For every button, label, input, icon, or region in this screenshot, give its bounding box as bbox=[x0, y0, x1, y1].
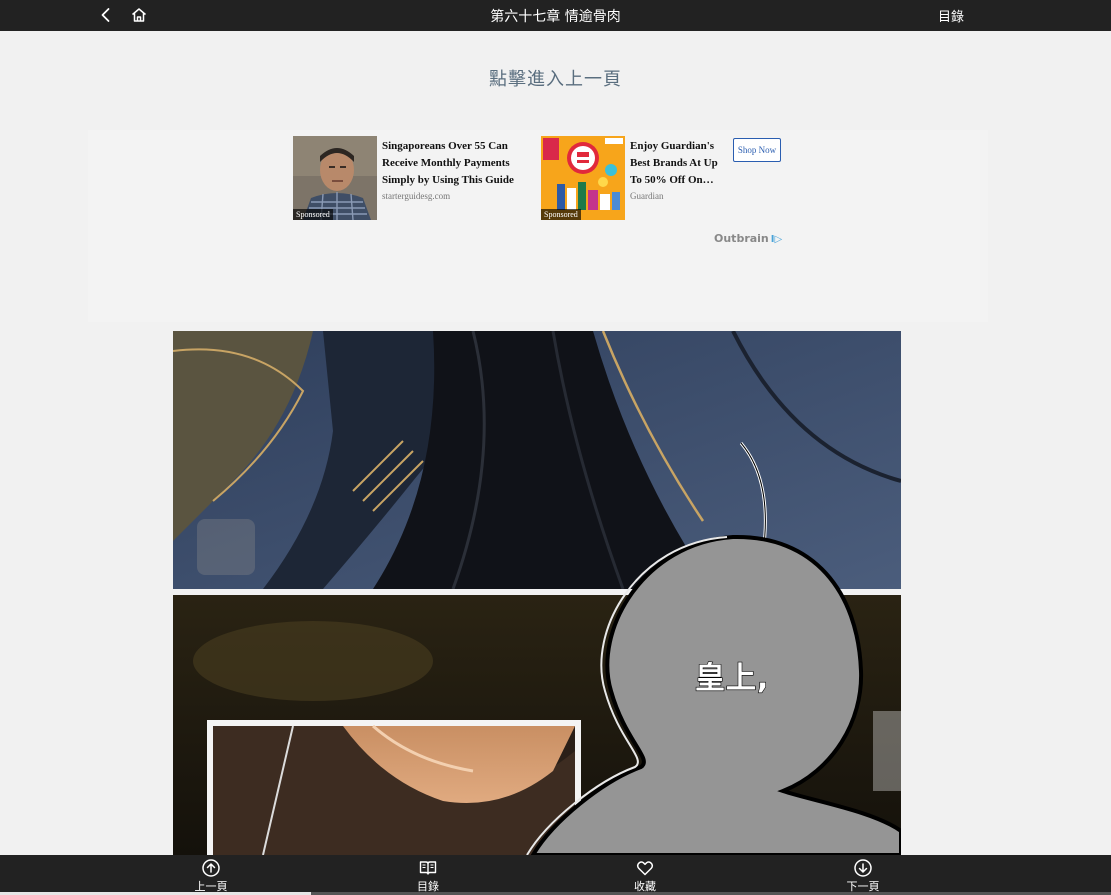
ad-card-pension-guide[interactable]: Sponsored Singaporeans Over 55 Can Recei… bbox=[293, 136, 533, 220]
ad-source[interactable]: starterguidesg.com bbox=[382, 191, 532, 201]
bottom-nav-bar: 上一頁 目錄 收藏 下一頁 bbox=[0, 855, 1111, 895]
ad-headline[interactable]: Enjoy Guardian's Best Brands At Up To 50… bbox=[630, 138, 730, 189]
book-icon bbox=[419, 861, 437, 875]
speech-bubble-text: 皇上, bbox=[694, 660, 770, 696]
top-bar: 第六十七章 情逾骨肉 目錄 bbox=[0, 0, 1111, 31]
arrow-up-circle-icon bbox=[202, 859, 220, 877]
favorite-button[interactable]: 收藏 bbox=[615, 858, 675, 894]
arrow-down-circle-icon bbox=[854, 859, 872, 877]
sponsored-badge: Sponsored bbox=[293, 209, 333, 220]
next-page-button[interactable]: 下一頁 bbox=[833, 858, 893, 894]
sponsored-ad-panel: Sponsored Singaporeans Over 55 Can Recei… bbox=[88, 130, 988, 322]
adchoices-icon: I▷ bbox=[770, 234, 783, 245]
toc-link[interactable]: 目錄 bbox=[938, 6, 964, 25]
comic-page-image: 皇上, bbox=[173, 331, 901, 855]
prev-page-button[interactable]: 上一頁 bbox=[181, 858, 241, 894]
ad-headline[interactable]: Singaporeans Over 55 Can Receive Monthly… bbox=[382, 138, 532, 189]
previous-page-link[interactable]: 點擊進入上一頁 bbox=[0, 65, 1111, 91]
sponsored-badge: Sponsored bbox=[541, 209, 581, 220]
outbrain-logo[interactable]: Outbrain I▷ bbox=[714, 232, 782, 245]
ad-text-block: Singaporeans Over 55 Can Receive Monthly… bbox=[382, 138, 532, 201]
ad-source[interactable]: Guardian bbox=[630, 191, 730, 201]
heart-icon bbox=[636, 861, 654, 876]
ad-text-block: Enjoy Guardian's Best Brands At Up To 50… bbox=[630, 138, 730, 201]
ad-network-name: Outbrain bbox=[714, 232, 769, 245]
shop-now-button[interactable]: Shop Now bbox=[733, 138, 781, 162]
ad-thumbnail-sale-products[interactable]: Sponsored bbox=[541, 136, 625, 220]
toc-button[interactable]: 目錄 bbox=[398, 858, 458, 894]
ad-thumbnail-man-portrait[interactable]: Sponsored bbox=[293, 136, 377, 220]
